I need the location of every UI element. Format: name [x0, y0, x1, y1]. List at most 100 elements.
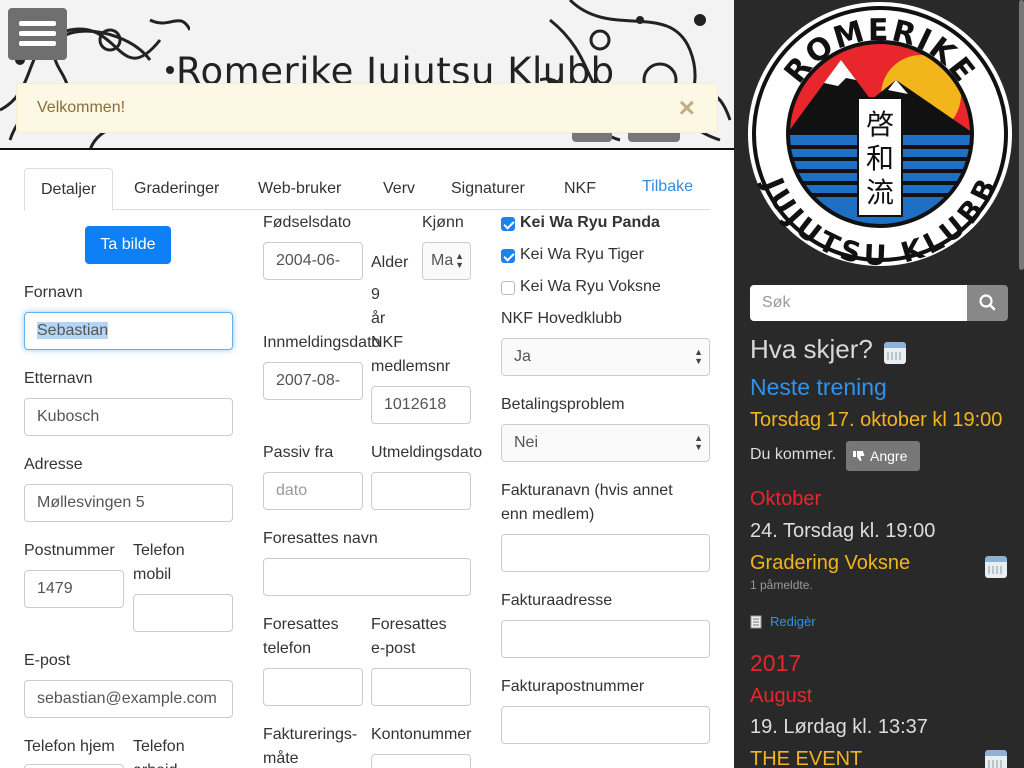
nkf-number-input[interactable]: 1012618 [371, 386, 471, 424]
edit-event-link[interactable]: Redigèr [770, 614, 816, 629]
age-value: 9 [371, 286, 380, 303]
group-checkbox-tiger[interactable] [501, 249, 515, 263]
email-input[interactable]: sebastian@example.com [24, 680, 233, 718]
take-photo-button[interactable]: Ta bilde [85, 226, 171, 264]
back-link[interactable]: Tilbake [642, 168, 693, 210]
guardian-phone-label: Foresattes telefon [263, 616, 339, 657]
passive-from-input[interactable]: dato [263, 472, 363, 510]
join-date-label: Innmeldingsdato [263, 334, 381, 351]
logo-kanji-3: 流 [866, 176, 894, 209]
gender-select[interactable]: Ma ▲ ▼ [422, 242, 471, 280]
guardian-email-input[interactable] [371, 668, 471, 706]
account-number-input[interactable] [371, 754, 471, 768]
invoice-address-input[interactable] [501, 620, 710, 658]
age-label: Alder [371, 254, 409, 271]
home-phone-input[interactable] [24, 764, 124, 768]
group-label-tiger: Kei Wa Ryu Tiger [520, 246, 644, 263]
calendar-icon[interactable] [985, 750, 1007, 768]
nkf-main-club-select[interactable]: Ja ▲ ▼ [501, 338, 710, 376]
thumbs-down-icon [853, 451, 865, 461]
select-arrows-icon: ▲ ▼ [694, 433, 703, 452]
group-label-panda: Kei Wa Ryu Panda [520, 214, 660, 231]
group-label-voksne: Kei Wa Ryu Voksne [520, 278, 661, 295]
tab-nkf[interactable]: NKF [564, 168, 596, 210]
mobile-label: Telefon mobil [133, 542, 185, 583]
hamburger-menu-button[interactable] [8, 8, 67, 60]
group-checkbox-voksne[interactable] [501, 281, 515, 295]
birth-date-input[interactable]: 2004-06- [263, 242, 363, 280]
exit-date-input[interactable] [371, 472, 471, 510]
mobile-input[interactable] [133, 594, 233, 632]
guardian-name-input[interactable] [263, 558, 471, 596]
calendar-icon[interactable] [884, 342, 906, 364]
sidebar: 啓 和 流 ROMERIKE JUJUTSU KLUBB Søk Hva skj… [734, 0, 1024, 768]
next-training-heading: Neste trening [750, 374, 887, 400]
invoice-name-input[interactable] [501, 534, 710, 572]
gender-label: Kjønn [422, 214, 464, 231]
tab-graderinger[interactable]: Graderinger [134, 168, 219, 210]
search-input[interactable]: Søk [750, 285, 968, 321]
scrollbar[interactable] [1019, 0, 1024, 270]
logo-kanji-1: 啓 [866, 108, 894, 141]
guardian-name-label: Foresattes navn [263, 530, 378, 547]
event-1-time: 24. Torsdag kl. 19:00 [750, 520, 936, 542]
address-label: Adresse [24, 456, 83, 473]
document-icon [750, 615, 762, 629]
invoice-postal-label: Fakturapostnummer [501, 678, 645, 695]
group-checkbox-panda[interactable] [501, 217, 515, 231]
postal-code-input[interactable]: 1479 [24, 570, 124, 608]
email-label: E-post [24, 652, 71, 669]
select-arrows-icon: ▲ ▼ [694, 347, 703, 366]
passive-from-label: Passiv fra [263, 444, 334, 461]
logo-kanji-2: 和 [866, 142, 894, 175]
search-button[interactable] [967, 285, 1008, 321]
tab-signaturer[interactable]: Signaturer [451, 168, 525, 210]
first-name-label: Fornavn [24, 284, 83, 301]
join-date-input[interactable]: 2007-08- [263, 362, 363, 400]
attending-text: Du kommer. [750, 446, 837, 463]
invoice-name-label: Fakturanavn (hvis annet enn medlem) [501, 482, 673, 523]
event-1-title[interactable]: Gradering Voksne [750, 552, 910, 575]
welcome-alert: Velkommen! × [16, 83, 718, 133]
next-training-time: Torsdag 17. oktober kl 19:00 [750, 409, 1003, 431]
last-name-label: Etternavn [24, 370, 93, 387]
address-input[interactable]: Møllesvingen 5 [24, 484, 233, 522]
postal-code-label: Postnummer [24, 542, 115, 559]
home-phone-label: Telefon hjem [24, 738, 115, 755]
exit-date-label: Utmeldingsdato [371, 444, 483, 461]
year-heading: 2017 [750, 650, 802, 676]
undo-attendance-button[interactable]: Angre [846, 441, 920, 471]
gender-value: Ma [431, 252, 454, 269]
calendar-icon[interactable] [985, 556, 1007, 578]
nkf-number-label: NKF medlemsnr [371, 334, 451, 375]
invoice-method-label: Fakturerings-måte [263, 726, 358, 767]
age-unit: år [371, 310, 386, 327]
payment-problem-select[interactable]: Nei ▲ ▼ [501, 424, 710, 462]
club-logo: 啓 和 流 ROMERIKE JUJUTSU KLUBB [748, 2, 1012, 268]
first-name-input[interactable]: Sebastian [24, 312, 233, 350]
tab-detaljer[interactable]: Detaljer [24, 168, 114, 211]
invoice-postal-input[interactable] [501, 706, 710, 744]
alert-text: Velkommen! [37, 99, 126, 116]
nkf-main-club-value: Ja [514, 348, 531, 365]
event-2-title[interactable]: THE EVENT [750, 748, 862, 768]
undo-label: Angre [870, 448, 908, 464]
last-name-input[interactable]: Kubosch [24, 398, 233, 436]
birth-date-label: Fødselsdato [263, 214, 352, 231]
guardian-phone-input[interactable] [263, 668, 363, 706]
month-october: Oktober [750, 488, 822, 510]
tab-verv[interactable]: Verv [383, 168, 415, 210]
account-number-label: Kontonummer [371, 726, 472, 743]
close-icon[interactable]: × [679, 94, 695, 122]
tab-web-bruker[interactable]: Web-bruker [258, 168, 341, 210]
month-august: August [750, 685, 813, 707]
payment-problem-label: Betalingsproblem [501, 396, 625, 413]
payment-problem-value: Nei [514, 434, 539, 451]
whats-on-heading: Hva skjer? [750, 334, 873, 364]
tab-bar: Detaljer Graderinger Web-bruker Verv Sig… [24, 168, 710, 211]
main-content: Romerike Jujutsu Klubb Velkommen! × Deta… [0, 0, 734, 768]
event-1-count: 1 påmeldte. [750, 578, 813, 592]
work-phone-label: Telefonarbeid [133, 738, 185, 768]
first-name-value: Sebastian [37, 322, 109, 339]
nkf-main-club-label: NKF Hovedklubb [501, 310, 622, 327]
